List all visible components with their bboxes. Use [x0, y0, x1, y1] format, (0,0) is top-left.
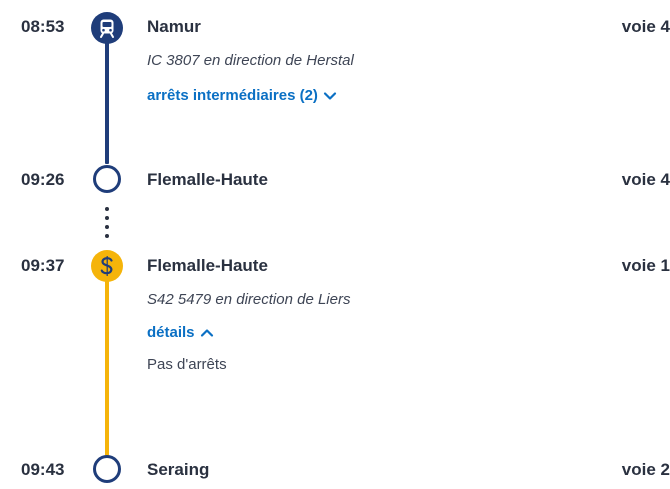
chevron-down-icon — [323, 91, 337, 100]
intermediate-stops-toggle[interactable]: arrêts intermédiaires (2) — [147, 87, 337, 104]
intermediate-stops-label: arrêts intermédiaires (2) — [147, 87, 318, 104]
transfer-dot — [105, 216, 109, 220]
station-name: Flemalle-Haute — [147, 170, 268, 189]
service-direction: S42 5479 en direction de Liers — [147, 291, 351, 308]
arrival-time: 09:26 — [21, 170, 65, 189]
transfer-dot — [105, 225, 109, 229]
details-label: détails — [147, 324, 195, 341]
stop-circle-icon — [92, 454, 122, 484]
track-number: voie 2 — [621, 460, 670, 479]
arrival-time: 09:43 — [21, 460, 65, 479]
track-number: voie 1 — [621, 256, 670, 275]
chevron-up-icon — [200, 328, 213, 337]
details-toggle[interactable]: détails — [147, 324, 214, 341]
track-number: voie 4 — [621, 17, 670, 36]
details-text: Pas d'arrêts — [147, 356, 227, 373]
track-number: voie 4 — [621, 170, 670, 189]
stop-circle-icon — [92, 164, 122, 194]
train-segment-line — [105, 42, 109, 164]
transfer-dot — [105, 207, 109, 211]
station-name: Seraing — [147, 460, 210, 479]
s-train-icon — [91, 250, 123, 282]
departure-time: 09:37 — [21, 256, 65, 275]
station-name: Flemalle-Haute — [147, 256, 268, 275]
station-name: Namur — [147, 17, 201, 36]
service-direction: IC 3807 en direction de Herstal — [147, 52, 354, 69]
train-icon — [91, 12, 123, 44]
transfer-dot — [105, 234, 109, 238]
departure-time: 08:53 — [21, 17, 65, 36]
s-train-segment-line — [105, 280, 109, 456]
